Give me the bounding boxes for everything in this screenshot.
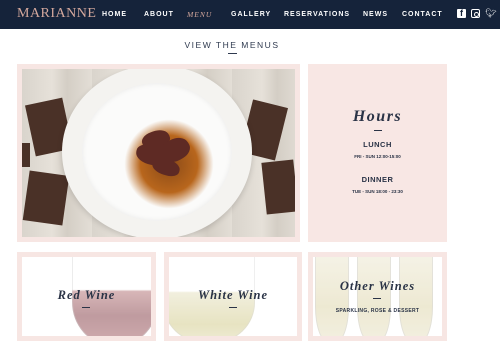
instagram-icon[interactable] bbox=[471, 9, 480, 18]
white-wine-card[interactable]: White Wine bbox=[164, 252, 302, 341]
red-wine-title: Red Wine bbox=[57, 288, 116, 302]
champagne-flute-image bbox=[357, 257, 391, 336]
nav-item-menu[interactable]: MENU bbox=[187, 10, 212, 19]
nav-item-news[interactable]: NEWS bbox=[363, 11, 388, 18]
food-menu-card[interactable] bbox=[17, 64, 300, 242]
twitter-icon[interactable]: 🐦︎ bbox=[485, 8, 496, 18]
hours-title: Hours bbox=[352, 108, 403, 125]
white-wine-title: White Wine bbox=[197, 288, 269, 302]
nav-item-gallery[interactable]: GALLERY bbox=[231, 11, 271, 18]
lunch-time: FRI - SUN 12:00-15:00 bbox=[354, 154, 401, 159]
nav-links: HOME ABOUT MENU GALLERY RESERVATIONS NEW… bbox=[95, 0, 465, 29]
chocolate-piece bbox=[22, 170, 70, 226]
other-wines-title: Other Wines bbox=[339, 279, 416, 293]
nav-item-reservations[interactable]: RESERVATIONS bbox=[284, 11, 350, 18]
top-navigation-bar: MARIANNE HOME ABOUT MENU GALLERY RESERVA… bbox=[0, 0, 500, 29]
dinner-time: TUE - SUN 18:00 - 23:30 bbox=[352, 189, 403, 194]
section-title: VIEW THE MENUS bbox=[184, 40, 280, 50]
nav-item-home[interactable]: HOME bbox=[102, 11, 127, 18]
other-wines-card[interactable]: Other Wines SPARKLING, ROSE & DESSERT bbox=[308, 252, 447, 341]
hours-divider bbox=[374, 130, 382, 131]
hours-card: Hours LUNCH FRI - SUN 12:00-15:00 DINNER… bbox=[308, 64, 447, 242]
champagne-flute-image bbox=[315, 257, 349, 336]
nav-item-contact[interactable]: CONTACT bbox=[402, 11, 443, 18]
steak-dish-image bbox=[22, 69, 295, 237]
champagne-flute-image bbox=[399, 257, 433, 336]
white-wine-divider bbox=[229, 307, 237, 308]
lunch-label: LUNCH bbox=[363, 140, 392, 149]
dinner-plate bbox=[62, 69, 252, 237]
red-wine-card[interactable]: Red Wine bbox=[17, 252, 156, 341]
facebook-icon[interactable]: f bbox=[457, 8, 466, 18]
dinner-label: DINNER bbox=[361, 175, 394, 184]
title-divider bbox=[228, 53, 237, 54]
other-wines-divider bbox=[373, 298, 381, 299]
site-logo[interactable]: MARIANNE bbox=[17, 6, 96, 22]
red-wine-divider bbox=[82, 307, 90, 308]
other-wines-subtitle: SPARKLING, ROSE & DESSERT bbox=[335, 308, 420, 314]
chocolate-piece bbox=[261, 159, 295, 215]
nav-item-about[interactable]: ABOUT bbox=[144, 11, 174, 18]
chocolate-piece bbox=[22, 143, 30, 167]
